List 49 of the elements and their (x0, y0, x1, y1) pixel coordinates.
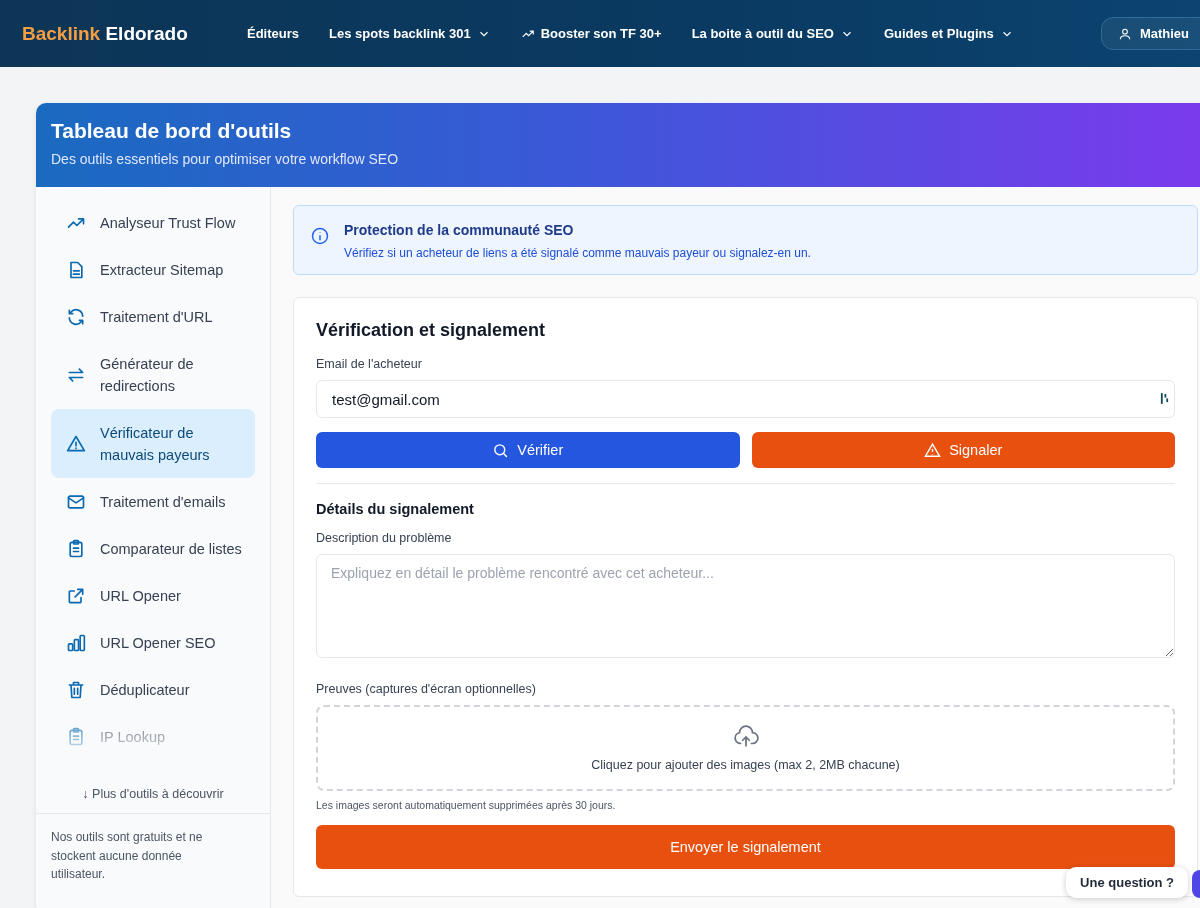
sidebar-item[interactable]: Traitement d'emails (51, 478, 255, 525)
upload-note: Les images seront automatiquement supprimées après 30 jours. (316, 799, 617, 811)
info-text: Vérifiez si un acheteur de liens a été signalé comme mauvais payeur ou signalez-en un. (344, 246, 811, 260)
sidebar-item[interactable]: URL Opener SEO (51, 619, 255, 666)
submit-button[interactable]: Envoyer le signalement (316, 825, 1175, 869)
email-field[interactable]: test@gmail.com (316, 380, 1175, 418)
external-icon (66, 585, 86, 606)
user-menu-button[interactable]: Mathieu (1100, 17, 1200, 50)
dashboard-title: Tableau de bord d'outils (51, 119, 293, 143)
clipboard-icon (66, 726, 86, 747)
nav-link[interactable]: Les spots backlink 301 (329, 26, 491, 41)
sidebar-item[interactable]: Vérificateur de mauvais payeurs (51, 409, 255, 478)
dashboard-subtitle: Des outils essentiels pour optimiser votre workflow SEO (51, 151, 400, 167)
nav-link[interactable]: Éditeurs (247, 26, 299, 41)
verify-button[interactable]: Vérifier (316, 432, 740, 468)
refresh-icon (66, 306, 86, 327)
form-title: Vérification et signalement (316, 320, 547, 341)
chat-widget-button[interactable]: Une question ? (1066, 867, 1188, 898)
user-icon (1117, 26, 1132, 41)
report-button[interactable]: Signaler (751, 432, 1175, 468)
clipboard-icon (66, 538, 86, 559)
sidebar-item[interactable]: Extracteur Sitemap (51, 246, 255, 293)
field-label: Description du problème (316, 531, 453, 545)
nav-link[interactable]: Guides et Plugins (883, 26, 1014, 41)
sidebar-item[interactable]: Déduplicateur (51, 666, 255, 713)
sidebar-item[interactable]: Analyseur Trust Flow (51, 199, 255, 246)
warning-icon (66, 433, 86, 454)
info-icon (310, 226, 330, 246)
logo[interactable]: Backlink Eldorado (22, 22, 247, 45)
nav-link[interactable]: Booster son TF 30+ (520, 26, 662, 41)
sidebar-item[interactable]: URL Opener (51, 572, 255, 619)
more-tools-link[interactable]: ↓ Plus d'outils à découvrir (36, 777, 270, 814)
bars-icon (66, 632, 86, 653)
sidebar-footer-note: Nos outils sont gratuits et ne stockent aucune donnée utilisateur. (50, 829, 204, 883)
trash-icon (66, 679, 86, 700)
field-label: Email de l'acheteur (316, 357, 423, 371)
password-manager-icon[interactable] (1160, 392, 1169, 405)
sidebar-item[interactable]: Traitement d'URL (51, 293, 255, 340)
sidebar-item[interactable]: Comparateur de listes (51, 525, 255, 572)
upload-text: Cliquez pour ajouter des images (max 2, 2MB chacune) (591, 758, 900, 772)
nav-link[interactable]: La boite à outil du SEO (691, 26, 854, 41)
warning-icon (924, 441, 942, 459)
sidebar-item[interactable]: Générateur de redirections (51, 340, 255, 409)
section-title: Détails du signalement (316, 501, 475, 517)
description-field[interactable]: Expliquez en détail le problème rencontré avec cet acheteur... (316, 554, 1175, 658)
upload-dropzone[interactable]: Cliquez pour ajouter des images (max 2, 2MB chacune) (316, 705, 1175, 791)
search-icon (492, 441, 510, 459)
info-title: Protection de la communauté SEO (344, 222, 575, 238)
field-label: Preuves (captures d'écran optionnelles) (316, 682, 537, 696)
